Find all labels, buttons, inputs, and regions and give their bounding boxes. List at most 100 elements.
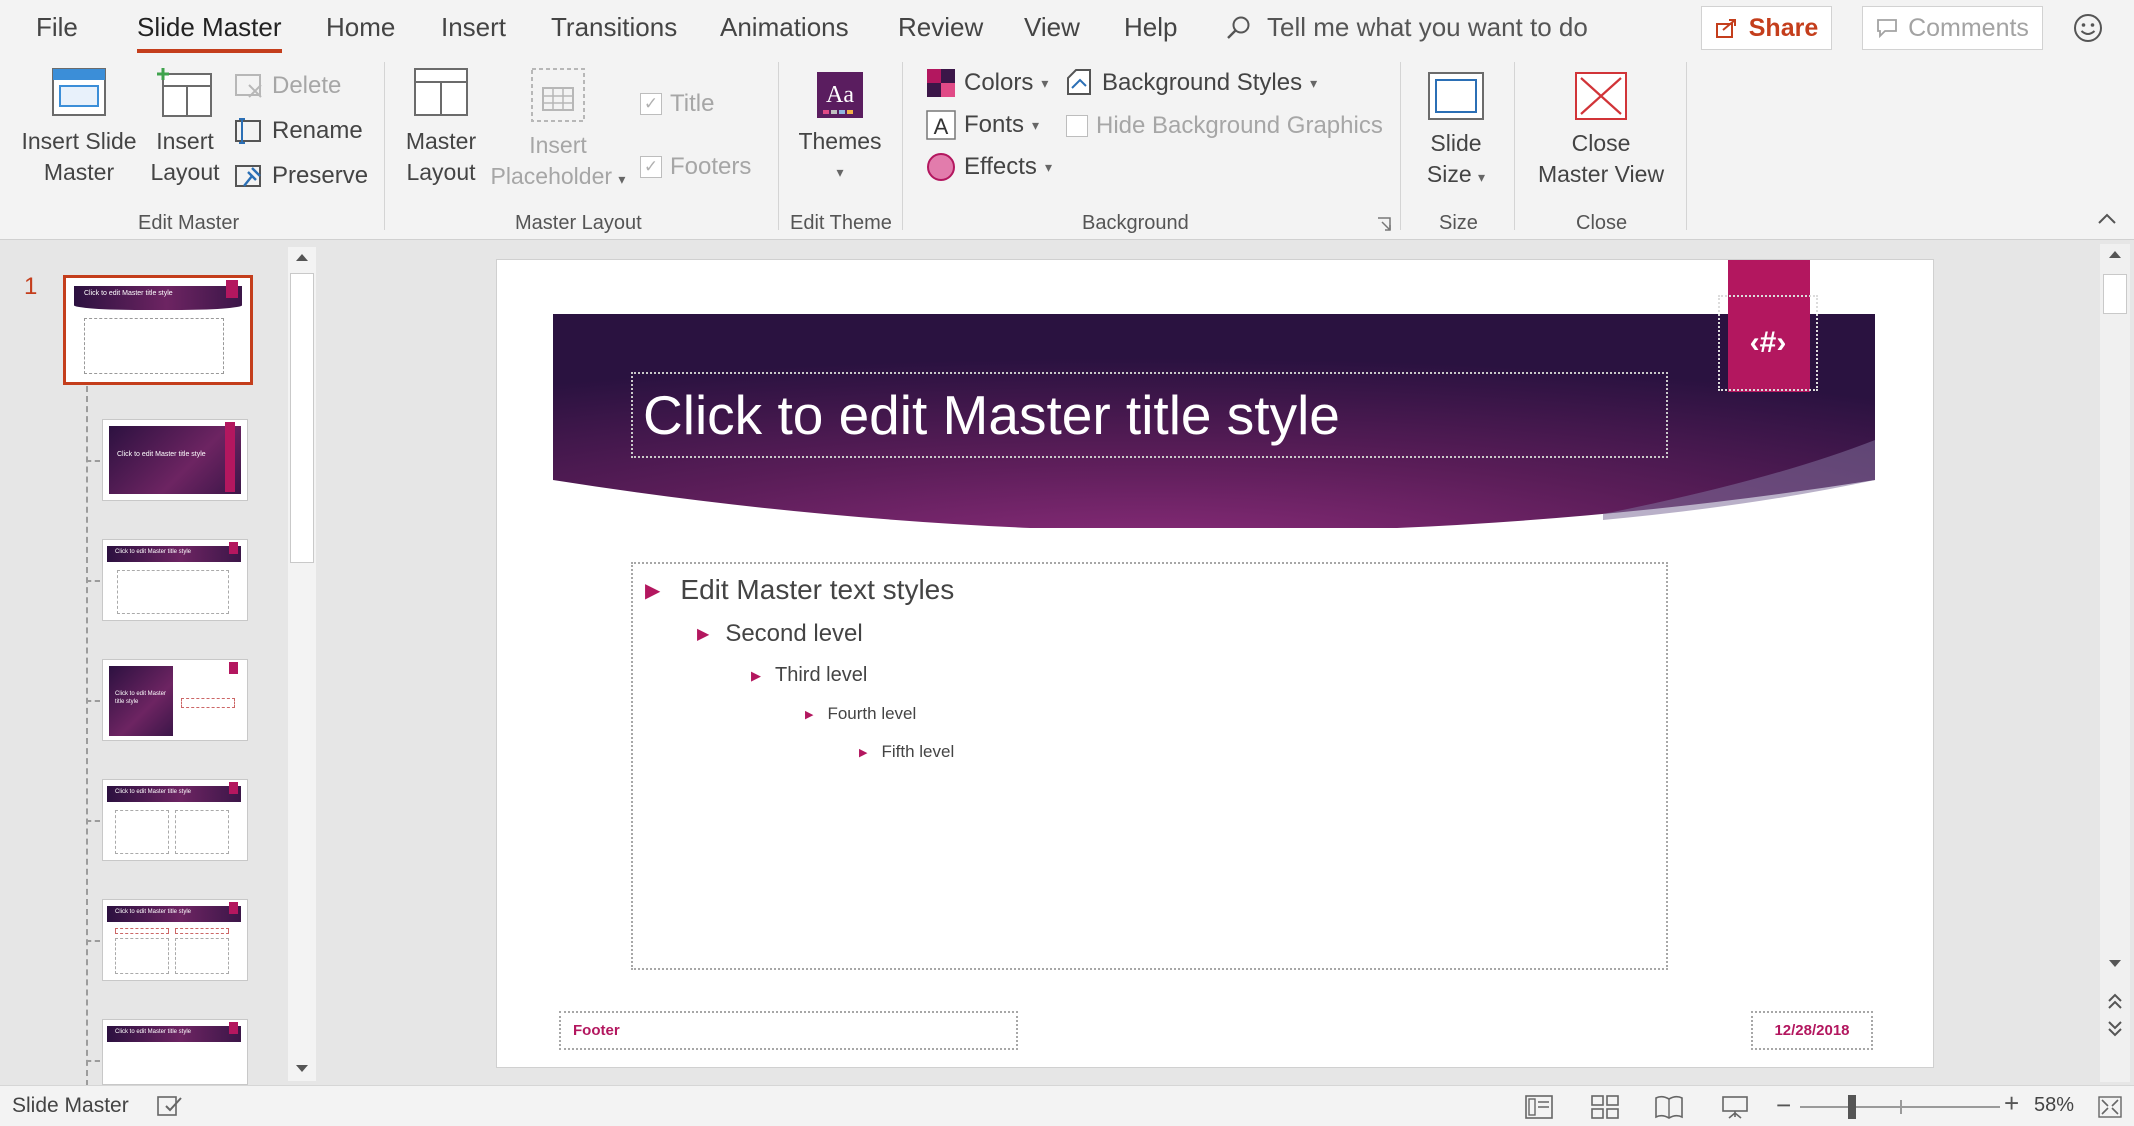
layout-thumbnail-comparison[interactable]: Click to edit Master title style [102, 899, 248, 981]
preserve-button[interactable]: Preserve [234, 162, 368, 190]
themes-icon: Aa [817, 72, 863, 118]
thumbnail-content-placeholder [175, 810, 229, 854]
ribbon: Insert Slide Master Insert Layout Delete… [0, 56, 2134, 240]
footer-placeholder[interactable]: Footer [559, 1011, 1018, 1050]
insert-placeholder-label-2: Placeholder [490, 163, 613, 189]
level-3-text: Third level [775, 664, 868, 686]
group-separator [1400, 62, 1401, 230]
comment-icon [1877, 19, 1897, 38]
scrollbar-thumb[interactable] [2103, 274, 2127, 314]
hide-background-graphics-checkbox[interactable]: Hide Background Graphics [1066, 112, 1383, 140]
bullet-triangle-icon: ▶ [697, 626, 710, 643]
layout-thumbnail-title-only[interactable]: Click to edit Master title style [102, 1019, 248, 1085]
master-layout-icon [414, 68, 468, 116]
slide-sorter-view-icon[interactable] [1590, 1094, 1620, 1120]
chevron-down-icon: ▾ [618, 171, 626, 187]
scroll-down-arrow-icon[interactable] [2107, 958, 2123, 970]
chevron-down-icon: ▾ [1310, 74, 1318, 91]
share-label: Share [1748, 13, 1819, 42]
tab-animations[interactable]: Animations [720, 12, 849, 43]
slide-size-icon [1428, 72, 1484, 120]
delete-slide-icon [235, 74, 262, 98]
background-group-label: Background [1082, 212, 1189, 234]
title-checkbox[interactable]: ✓ Title [640, 90, 714, 118]
editor-scrollbar[interactable] [2100, 244, 2130, 1082]
delete-button[interactable]: Delete [234, 72, 341, 100]
scroll-down-arrow-icon[interactable] [294, 1063, 310, 1075]
colors-button[interactable]: Colors ▾ [926, 68, 1048, 98]
footers-checkbox[interactable]: ✓ Footers [640, 153, 751, 181]
tree-branch [86, 700, 100, 702]
text-level-3: ▶ Third level [751, 664, 867, 687]
insert-placeholder-button[interactable]: Insert Placeholder ▾ [488, 66, 628, 195]
checkbox-unchecked-icon [1066, 115, 1088, 137]
text-level-1: ▶ Edit Master text styles [645, 574, 954, 606]
master-slide-thumbnail[interactable]: Click to edit Master title style [63, 275, 253, 385]
level-1-text: Edit Master text styles [680, 574, 955, 605]
master-layout-label-2: Layout [406, 159, 476, 185]
title-placeholder[interactable]: Click to edit Master title style [631, 372, 1668, 458]
tab-slide-master[interactable]: Slide Master [137, 12, 282, 53]
smiley-feedback-icon[interactable] [2072, 12, 2104, 44]
slide-size-label-2-wrap: Size ▾ [1410, 159, 1502, 193]
thumbnail-heading-placeholder [175, 928, 229, 934]
background-styles-label: Background Styles [1102, 69, 1303, 96]
layout-thumbnail-title-slide[interactable]: Click to edit Master title style [102, 419, 248, 501]
tab-insert[interactable]: Insert [441, 12, 506, 43]
comments-button[interactable]: Comments [1862, 6, 2043, 50]
menu-bar: File Slide Master Home Insert Transition… [0, 0, 2134, 56]
layout-thumbnail-two-content[interactable]: Click to edit Master title style [102, 779, 248, 861]
zoom-out-button[interactable]: − [1776, 1090, 1791, 1121]
insert-layout-button[interactable]: Insert Layout [143, 66, 227, 188]
share-button[interactable]: Share [1701, 6, 1832, 50]
slide-number-placeholder[interactable]: ‹#› [1718, 295, 1818, 391]
preserve-label: Preserve [272, 162, 369, 189]
slide-size-button[interactable]: Slide Size ▾ [1410, 70, 1502, 193]
next-slide-icon[interactable] [2107, 1020, 2123, 1038]
scrollbar-thumb[interactable] [290, 273, 314, 563]
thumbnail-content-placeholder [115, 810, 169, 854]
scroll-up-arrow-icon[interactable] [294, 251, 310, 263]
tab-home[interactable]: Home [326, 12, 395, 43]
tab-review[interactable]: Review [898, 12, 983, 43]
tab-view[interactable]: View [1024, 12, 1080, 43]
comments-label: Comments [1908, 13, 2029, 42]
content-placeholder[interactable]: ▶ Edit Master text styles ▶ Second level… [631, 562, 1668, 970]
master-layout-button[interactable]: Master Layout [398, 66, 484, 188]
effects-button[interactable]: Effects ▾ [926, 152, 1052, 182]
scroll-up-arrow-icon[interactable] [2107, 248, 2123, 260]
rename-button[interactable]: Rename [234, 117, 363, 145]
insert-slide-master-button[interactable]: Insert Slide Master [14, 66, 144, 188]
slide-show-icon[interactable] [1720, 1094, 1750, 1120]
tell-me-search[interactable]: Tell me what you want to do [1225, 12, 1588, 43]
tab-help[interactable]: Help [1124, 12, 1177, 43]
date-placeholder[interactable]: 12/28/2018 [1751, 1011, 1873, 1050]
accessibility-check-icon[interactable] [156, 1094, 184, 1118]
rename-icon [235, 118, 261, 144]
fonts-label: Fonts [964, 111, 1025, 138]
zoom-level[interactable]: 58% [2034, 1094, 2074, 1117]
layout-thumbnail-title-content[interactable]: Click to edit Master title style [102, 539, 248, 621]
collapse-ribbon-chevron-up-icon[interactable] [2096, 212, 2118, 226]
previous-slide-icon[interactable] [2107, 992, 2123, 1010]
checkbox-checked-icon: ✓ [640, 156, 662, 178]
close-master-view-button[interactable]: Close Master View [1526, 70, 1676, 190]
dialog-launcher-icon[interactable] [1376, 216, 1392, 232]
reading-view-icon[interactable] [1654, 1094, 1684, 1120]
layout-thumbnail-section-header[interactable]: Click to edit Master title style [102, 659, 248, 741]
fonts-button[interactable]: A Fonts ▾ [926, 110, 1039, 140]
size-group-label: Size [1439, 212, 1478, 234]
close-master-view-label-2: Master View [1537, 161, 1665, 187]
tab-transitions[interactable]: Transitions [551, 12, 677, 43]
zoom-slider-thumb[interactable] [1848, 1095, 1856, 1119]
fit-slide-to-window-icon[interactable] [2096, 1094, 2124, 1120]
zoom-in-button[interactable]: + [2004, 1088, 2019, 1119]
background-styles-button[interactable]: Background Styles ▾ [1064, 68, 1317, 98]
slide-size-label-2: Size [1426, 161, 1472, 187]
normal-view-icon[interactable] [1524, 1094, 1554, 1120]
themes-button[interactable]: Aa Themes ▾ [790, 70, 890, 188]
tab-file[interactable]: File [36, 12, 78, 43]
thumbnail-title: Click to edit Master title style [115, 909, 192, 915]
thumbnail-scrollbar[interactable] [288, 247, 316, 1081]
group-separator [902, 62, 903, 230]
